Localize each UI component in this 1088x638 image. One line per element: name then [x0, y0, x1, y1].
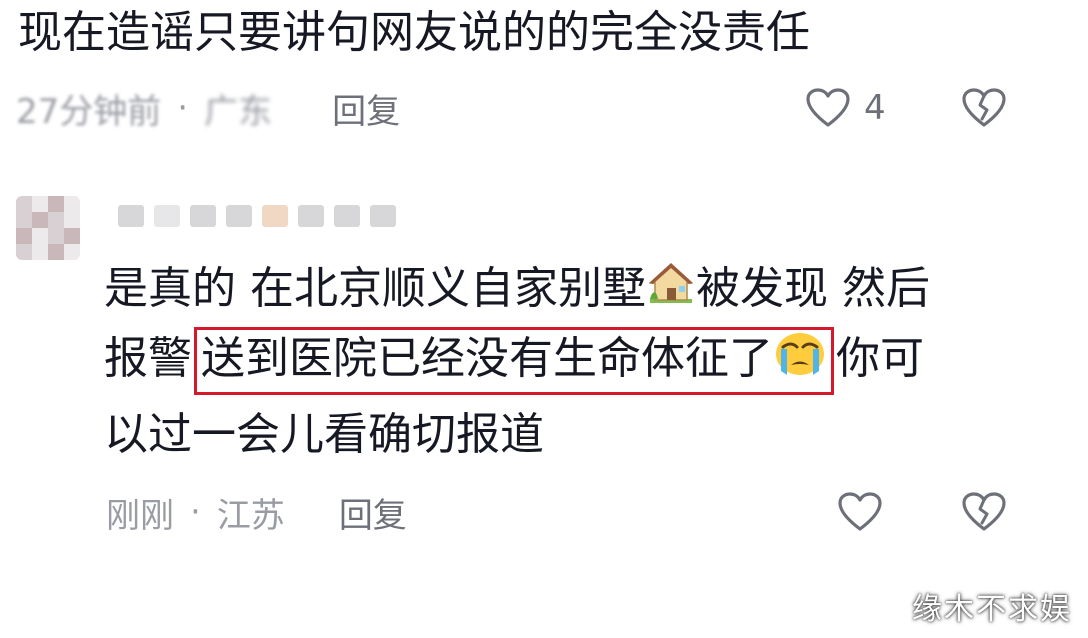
- comment-1-like-button[interactable]: 4: [806, 86, 886, 130]
- comment-2-text-line-2: 报警 送到医院已经没有生命体征了 你可: [104, 324, 924, 395]
- comment-1-location: 广东: [204, 91, 273, 132]
- highlighted-phrase: 送到医院已经没有生命体征了: [194, 327, 834, 395]
- comment-1-dislike-button[interactable]: [962, 86, 1006, 130]
- comment-1-meta: 27分钟前 · 广东 回复: [16, 84, 400, 133]
- comment-2-location: 江苏: [216, 495, 285, 536]
- avatar[interactable]: [16, 196, 80, 260]
- meta-separator: ·: [177, 88, 189, 128]
- heart-outline-icon: [806, 88, 850, 128]
- house-emoji-icon: [646, 256, 696, 326]
- comment-2-time: 刚刚: [106, 495, 174, 536]
- comment-1-text: 现在造谣只要讲句网友说的的完全没责任: [18, 7, 810, 58]
- watermark: 缘木不求娱: [912, 592, 1072, 627]
- comment-1-like-count: 4: [864, 88, 886, 128]
- highlighted-text: 送到医院已经没有生命体征了: [201, 333, 773, 384]
- comment-2-text-line-1: 是真的 在北京顺义自家别墅 被发现 然后: [104, 254, 930, 326]
- comment-2-text-after-house: 被发现 然后: [696, 263, 930, 314]
- heart-outline-icon: [838, 492, 882, 532]
- comment-2-line-2-suffix: 你可: [836, 333, 924, 384]
- comment-2-meta: 刚刚 · 江苏 回复: [106, 488, 407, 537]
- comment-2-text-before: 是真的 在北京顺义自家别墅: [104, 263, 646, 314]
- comment-2-line-2-prefix: 报警: [104, 333, 192, 384]
- username-blurred[interactable]: [118, 198, 398, 234]
- meta-separator: ·: [190, 492, 201, 532]
- comment-2-reply-button[interactable]: 回复: [339, 488, 407, 537]
- comment-2-like-button[interactable]: [838, 490, 882, 534]
- comment-2-dislike-button[interactable]: [962, 490, 1006, 534]
- broken-heart-icon: [962, 88, 1006, 128]
- comment-2-text-line-3: 以过一会儿看确切报道: [104, 409, 544, 460]
- broken-heart-icon: [962, 492, 1006, 532]
- comment-1-time: 27分钟前: [16, 91, 162, 132]
- crying-face-emoji-icon: [773, 331, 827, 392]
- comment-1-reply-button[interactable]: 回复: [332, 84, 400, 133]
